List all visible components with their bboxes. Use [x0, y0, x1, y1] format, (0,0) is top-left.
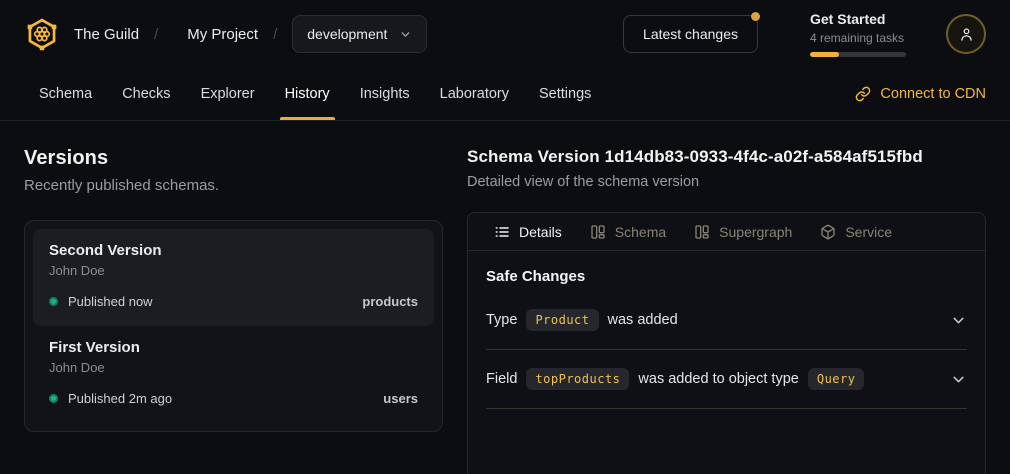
version-author: John Doe — [49, 263, 418, 278]
breadcrumb-project[interactable]: My Project — [187, 26, 258, 43]
breadcrumb-separator: / — [273, 26, 277, 43]
version-name: First Version — [49, 339, 418, 356]
version-name: Second Version — [49, 242, 418, 259]
tab-history[interactable]: History — [270, 68, 345, 120]
versions-list-card: Second Version John Doe Published now pr… — [24, 220, 443, 432]
version-status-row: Published 2m ago users — [49, 391, 418, 406]
notification-dot — [751, 12, 760, 21]
app-header: The Guild / My Project / development Lat… — [0, 0, 1010, 68]
service-name-badge: users — [383, 391, 418, 406]
get-started-title: Get Started — [810, 11, 906, 29]
change-text: Field — [486, 371, 517, 387]
tab-supergraph[interactable]: Supergraph — [680, 213, 806, 250]
tab-checks[interactable]: Checks — [107, 68, 185, 120]
user-avatar-button[interactable] — [946, 14, 986, 54]
safe-changes-title: Safe Changes — [486, 268, 967, 285]
connect-to-cdn-link[interactable]: Connect to CDN — [855, 68, 986, 120]
code-badge: Query — [808, 368, 865, 390]
published-status-dot — [49, 297, 58, 306]
change-row-type-added[interactable]: Type Product was added — [486, 291, 967, 350]
schema-version-title: Schema Version 1d14db83-0933-4f4c-a02f-a… — [467, 147, 986, 167]
target-selector-dropdown[interactable]: development — [292, 15, 427, 53]
get-started-progressbar — [810, 52, 906, 57]
list-icon — [494, 224, 510, 240]
schema-version-subtitle: Detailed view of the schema version — [467, 174, 986, 190]
change-text: was added — [608, 312, 678, 328]
version-list-item-first[interactable]: First Version John Doe Published 2m ago … — [33, 326, 434, 423]
get-started-subtitle: 4 remaining tasks — [810, 31, 906, 45]
target-selector-value: development — [307, 26, 387, 42]
version-author: John Doe — [49, 360, 418, 375]
person-icon — [958, 26, 975, 43]
latest-changes-button[interactable]: Latest changes — [623, 15, 758, 53]
breadcrumb-separator: / — [154, 26, 158, 43]
chevron-down-icon — [399, 28, 412, 41]
main-content: Versions Recently published schemas. Sec… — [0, 121, 1010, 474]
tab-schema[interactable]: Schema — [24, 68, 107, 120]
published-label: Published now — [68, 294, 153, 309]
detail-body: Safe Changes Type Product was added Fiel… — [468, 251, 985, 409]
schema-version-panel: Details Schema Supergr — [467, 212, 986, 474]
columns-icon — [694, 224, 710, 240]
change-text: was added to object type — [638, 371, 798, 387]
progress-fill — [810, 52, 839, 57]
code-badge: Product — [526, 309, 598, 331]
service-name-badge: products — [362, 294, 418, 309]
schema-version-column: Schema Version 1d14db83-0933-4f4c-a02f-a… — [467, 147, 986, 474]
tab-explorer[interactable]: Explorer — [186, 68, 270, 120]
version-list-item-second[interactable]: Second Version John Doe Published now pr… — [33, 229, 434, 326]
tab-insights[interactable]: Insights — [345, 68, 425, 120]
latest-changes-label: Latest changes — [643, 26, 738, 42]
version-status-row: Published now products — [49, 294, 418, 309]
detail-tabs-bar: Details Schema Supergr — [468, 213, 985, 251]
tab-laboratory[interactable]: Laboratory — [425, 68, 524, 120]
versions-subtitle: Recently published schemas. — [24, 177, 443, 194]
connect-to-cdn-label: Connect to CDN — [880, 86, 986, 102]
link-icon — [855, 86, 871, 102]
published-status-dot — [49, 394, 58, 403]
change-text: Type — [486, 312, 517, 328]
tab-details[interactable]: Details — [480, 213, 576, 250]
chevron-down-icon[interactable] — [950, 312, 967, 329]
chevron-down-icon[interactable] — [950, 371, 967, 388]
header-right-group: Latest changes Get Started 4 remaining t… — [623, 11, 986, 57]
published-label: Published 2m ago — [68, 391, 172, 406]
change-row-field-added[interactable]: Field topProducts was added to object ty… — [486, 350, 967, 409]
versions-column: Versions Recently published schemas. Sec… — [24, 147, 443, 474]
tab-service[interactable]: Service — [806, 213, 906, 250]
hive-hexagon-logo-icon[interactable] — [24, 16, 60, 52]
target-nav-tabs: Schema Checks Explorer History Insights … — [0, 68, 1010, 121]
cube-icon — [820, 224, 836, 240]
breadcrumb-org[interactable]: The Guild — [74, 26, 139, 43]
columns-icon — [590, 224, 606, 240]
code-badge: topProducts — [526, 368, 629, 390]
tab-settings[interactable]: Settings — [524, 68, 606, 120]
get-started-widget[interactable]: Get Started 4 remaining tasks — [810, 11, 906, 57]
versions-title: Versions — [24, 147, 443, 170]
tab-schema-view[interactable]: Schema — [576, 213, 680, 250]
